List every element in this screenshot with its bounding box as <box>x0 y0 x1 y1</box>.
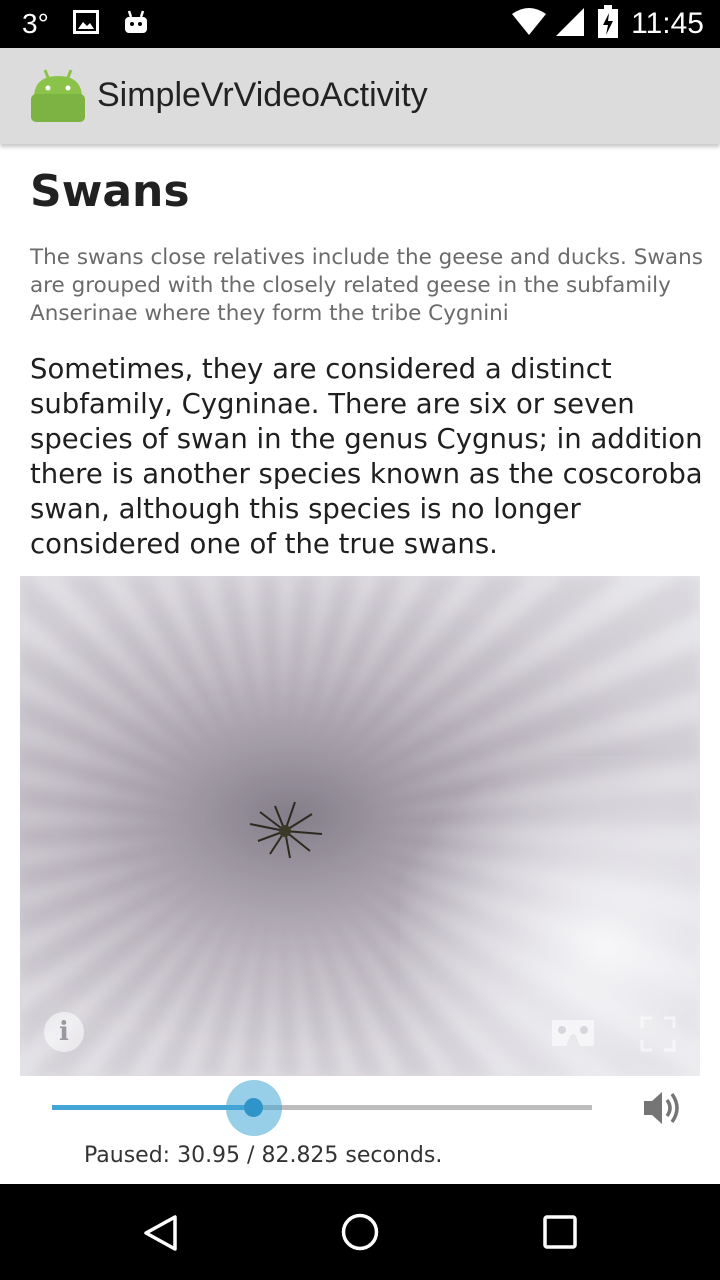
status-bar: 3° 11:45 <box>0 0 720 48</box>
status-left: 3° <box>22 6 149 42</box>
article-summary: The swans close relatives include the ge… <box>30 245 703 326</box>
home-icon[interactable] <box>340 1212 380 1257</box>
seek-bar[interactable] <box>52 1080 592 1136</box>
article-body: Sometimes, they are considered a distinc… <box>30 353 703 560</box>
android-launcher-icon <box>30 68 86 129</box>
navigation-bar <box>0 1184 720 1280</box>
wifi-icon <box>511 7 547 41</box>
back-icon[interactable] <box>142 1214 178 1257</box>
vr-video-view[interactable]: i <box>20 576 700 1076</box>
fullscreen-button[interactable] <box>640 1016 676 1057</box>
article-heading: Swans <box>30 166 190 217</box>
app-bar: SimpleVrVideoActivity <box>0 48 720 144</box>
cell-signal-icon <box>555 7 585 42</box>
volume-icon[interactable] <box>640 1086 684 1135</box>
palm-tree-image <box>240 796 330 871</box>
status-right: 11:45 <box>511 4 704 44</box>
image-icon <box>72 9 99 39</box>
playback-status-text: Paused: 30.95 / 82.825 seconds. <box>84 1143 443 1168</box>
clock: 11:45 <box>631 7 704 40</box>
info-button[interactable]: i <box>44 1012 84 1052</box>
app-title: SimpleVrVideoActivity <box>97 76 428 114</box>
seek-progress <box>52 1105 254 1110</box>
temperature-text: 3° <box>22 8 49 39</box>
cardboard-button[interactable] <box>550 1018 596 1053</box>
battery-charging-icon <box>597 4 619 44</box>
recents-icon[interactable] <box>543 1215 577 1254</box>
android-icon <box>123 9 149 40</box>
